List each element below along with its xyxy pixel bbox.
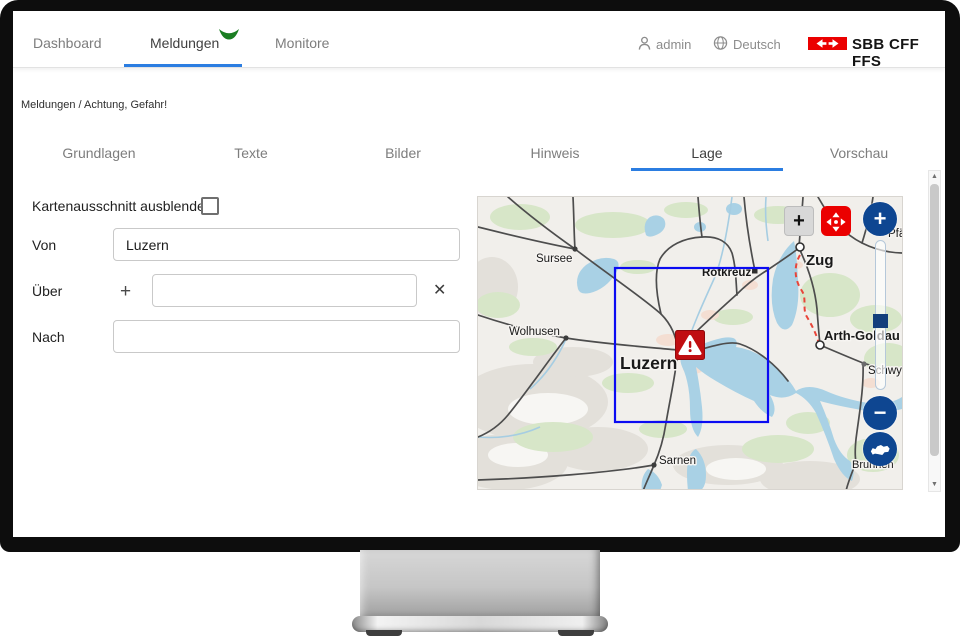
ueber-label: Über bbox=[32, 283, 62, 299]
nach-label: Nach bbox=[32, 329, 65, 345]
tab-grundlagen[interactable]: Grundlagen bbox=[23, 140, 175, 170]
monitor-foot-left bbox=[366, 630, 402, 636]
tab-vorschau[interactable]: Vorschau bbox=[783, 140, 935, 170]
user-icon bbox=[637, 35, 652, 51]
status-badge-icon bbox=[218, 28, 240, 40]
map-label-sursee: Sursee bbox=[536, 253, 572, 265]
breadcrumb: Meldungen / Achtung, Gefahr! bbox=[21, 99, 167, 111]
user-name[interactable]: admin bbox=[656, 37, 691, 52]
globe-icon bbox=[713, 35, 728, 51]
tab-hinweis[interactable]: Hinweis bbox=[479, 140, 631, 170]
scrollbar-thumb[interactable] bbox=[930, 184, 939, 456]
app-header: Dashboard Meldungen Monitore admin Deuts… bbox=[13, 11, 945, 68]
hide-map-label: Kartenausschnitt ausblenden bbox=[32, 198, 213, 214]
add-via-icon[interactable]: + bbox=[120, 282, 131, 301]
map-canvas[interactable]: Sursee Rotkreuz Zug Wolhusen Luzern Arth… bbox=[477, 196, 903, 490]
tab-bar: Grundlagen Texte Bilder Hinweis Lage Vor… bbox=[23, 140, 935, 170]
scrollbar-down-arrow[interactable]: ▼ bbox=[929, 479, 940, 491]
active-nav-underline bbox=[124, 64, 242, 67]
pan-mode-button[interactable] bbox=[821, 206, 851, 236]
scrollbar-up-arrow[interactable]: ▲ bbox=[929, 171, 940, 183]
sbb-logo-icon bbox=[808, 37, 847, 50]
switzerland-extent-button[interactable] bbox=[863, 432, 897, 466]
nav-meldungen[interactable]: Meldungen bbox=[150, 35, 219, 51]
warning-marker-icon[interactable] bbox=[675, 330, 705, 360]
move-icon bbox=[824, 210, 848, 234]
monitor-foot-right bbox=[558, 630, 594, 636]
nav-dashboard[interactable]: Dashboard bbox=[33, 35, 102, 51]
zoom-in-button[interactable]: + bbox=[863, 202, 897, 236]
map-label-sarnen: Sarnen bbox=[659, 455, 696, 467]
monitor-stand bbox=[360, 550, 600, 618]
switzerland-icon bbox=[869, 443, 891, 457]
nav-monitore[interactable]: Monitore bbox=[275, 35, 329, 51]
nach-input[interactable] bbox=[113, 320, 460, 353]
language-selector[interactable]: Deutsch bbox=[733, 37, 781, 52]
hide-map-checkbox[interactable] bbox=[201, 197, 219, 215]
monitor-bezel: Dashboard Meldungen Monitore admin Deuts… bbox=[0, 0, 960, 552]
ueber-input[interactable] bbox=[152, 274, 417, 307]
zoom-out-button[interactable]: − bbox=[863, 396, 897, 430]
tab-texte[interactable]: Texte bbox=[175, 140, 327, 170]
brand-name: SBB CFF FFS bbox=[852, 36, 945, 70]
overview-map-button[interactable]: + bbox=[784, 206, 814, 236]
page-scrollbar[interactable]: ▲ ▼ bbox=[928, 170, 941, 492]
map-label-zug: Zug bbox=[806, 252, 834, 269]
screen: Dashboard Meldungen Monitore admin Deuts… bbox=[13, 11, 945, 537]
tab-bilder[interactable]: Bilder bbox=[327, 140, 479, 170]
map-label-luzern: Luzern bbox=[620, 353, 677, 373]
map-label-arth-goldau: Arth-Goldau bbox=[824, 328, 900, 343]
map-label-wolhusen: Wolhusen bbox=[509, 326, 560, 338]
von-input[interactable] bbox=[113, 228, 460, 261]
tab-lage[interactable]: Lage bbox=[631, 140, 783, 170]
von-label: Von bbox=[32, 237, 56, 253]
clear-via-icon[interactable]: ✕ bbox=[433, 283, 446, 299]
zoom-slider-handle[interactable] bbox=[873, 314, 888, 328]
